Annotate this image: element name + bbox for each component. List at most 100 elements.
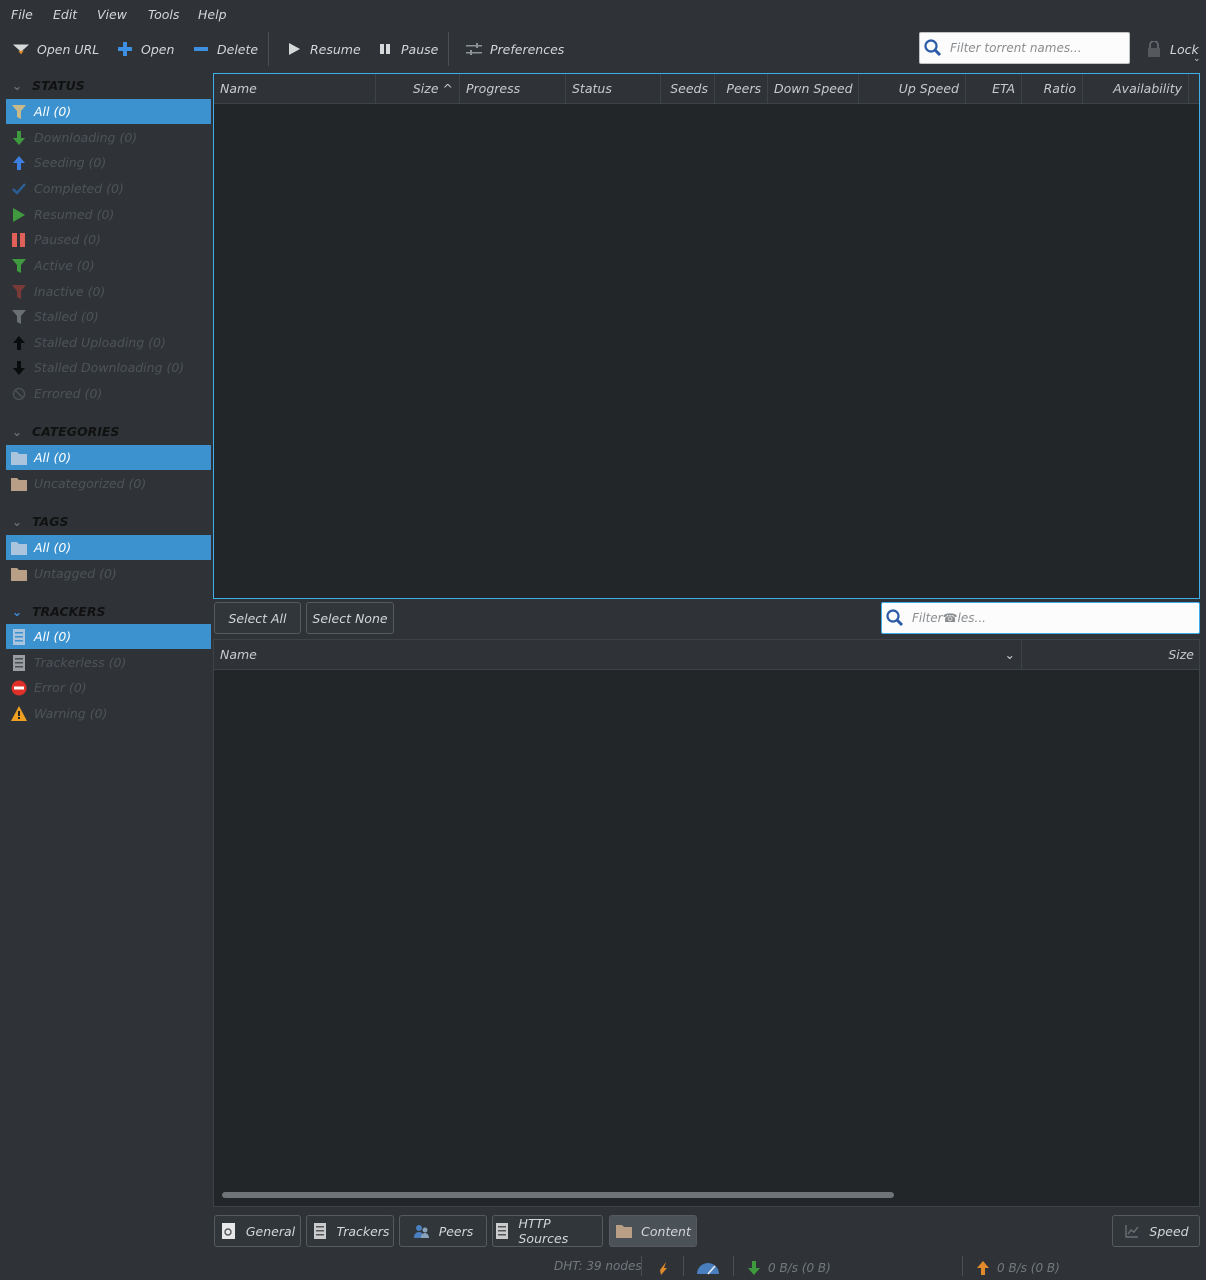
status-section-header[interactable]: ⌄ STATUS: [10, 74, 85, 96]
category-item-label: All (0): [34, 450, 72, 465]
status-item-all[interactable]: All (0): [6, 99, 211, 124]
tag-item-all[interactable]: All (0): [6, 535, 211, 560]
folder-icon: [10, 565, 27, 582]
tab-peers[interactable]: Peers: [399, 1215, 487, 1247]
search-icon: [924, 39, 942, 57]
tracker-item-warning[interactable]: Warning (0): [6, 701, 211, 726]
filter-icon: [10, 257, 27, 274]
category-item-all[interactable]: All (0): [6, 445, 211, 470]
column-ratio[interactable]: Ratio: [1022, 74, 1083, 104]
chevron-down-icon: ⌄: [11, 513, 23, 529]
tab-general[interactable]: General: [214, 1215, 301, 1247]
content-column-name[interactable]: Name ⌄: [214, 640, 1022, 670]
arrow-down-icon: [10, 129, 27, 146]
torrent-list[interactable]: Name Size ^ Progress Status Seeds Peers …: [213, 73, 1200, 599]
tag-item-untagged[interactable]: Untagged (0): [6, 561, 211, 586]
document-search-icon: [220, 1222, 238, 1240]
horizontal-scrollbar[interactable]: [222, 1192, 894, 1198]
folder-icon: [10, 475, 27, 492]
column-peers[interactable]: Peers: [715, 74, 768, 104]
content-column-size[interactable]: Size: [1022, 640, 1200, 670]
status-item-downloading[interactable]: Downloading (0): [6, 125, 211, 150]
resume-button[interactable]: Resume: [285, 38, 361, 60]
torrent-filter-input[interactable]: [950, 41, 1120, 55]
server-icon: [493, 1222, 511, 1240]
menu-help[interactable]: Help: [198, 7, 227, 22]
status-item-label: Stalled (0): [34, 309, 99, 324]
tag-item-label: All (0): [34, 540, 72, 555]
pause-button[interactable]: Pause: [376, 38, 438, 60]
preferences-button[interactable]: Preferences: [465, 38, 564, 60]
status-item-stalled[interactable]: Stalled (0): [6, 304, 211, 329]
status-item-resumed[interactable]: Resumed (0): [6, 202, 211, 227]
search-icon: [886, 609, 904, 627]
status-item-paused[interactable]: Paused (0): [6, 227, 211, 252]
speed-limit-toggle[interactable]: [696, 1259, 720, 1277]
tracker-item-label: Warning (0): [34, 706, 108, 721]
error-icon: [10, 679, 27, 696]
status-item-inactive[interactable]: Inactive (0): [6, 279, 211, 304]
column-progress[interactable]: Progress: [460, 74, 566, 104]
open-label: Open: [141, 41, 175, 57]
menu-edit[interactable]: Edit: [53, 7, 77, 22]
tracker-item-all[interactable]: All (0): [6, 624, 211, 649]
tab-http-sources[interactable]: HTTP Sources: [492, 1215, 603, 1247]
open-url-button[interactable]: Open URL: [12, 38, 99, 60]
trackers-section-title: TRACKERS: [32, 603, 106, 619]
column-down-speed[interactable]: Down Speed: [768, 74, 859, 104]
status-item-label: Stalled Uploading (0): [34, 335, 166, 350]
menu-tools[interactable]: Tools: [148, 7, 179, 22]
speed-button[interactable]: Speed: [1112, 1215, 1200, 1247]
speed-button-label: Speed: [1149, 1223, 1189, 1239]
tab-trackers[interactable]: Trackers: [306, 1215, 394, 1247]
column-status[interactable]: Status: [566, 74, 661, 104]
status-item-stalled-downloading[interactable]: Stalled Downloading (0): [6, 355, 211, 380]
column-name[interactable]: Name: [214, 74, 376, 104]
status-item-completed[interactable]: Completed (0): [6, 176, 211, 201]
column-size[interactable]: Size ^: [376, 74, 460, 104]
lock-button[interactable]: Lock: [1145, 38, 1199, 60]
delete-button[interactable]: Delete: [192, 38, 258, 60]
play-icon: [10, 206, 27, 223]
files-filter-field[interactable]: [881, 602, 1200, 634]
status-item-errored[interactable]: Errored (0): [6, 381, 211, 406]
select-none-button[interactable]: Select None: [306, 602, 394, 634]
chevron-down-icon: ⌄: [11, 423, 23, 439]
statusbar-separator: [733, 1256, 734, 1276]
select-all-button[interactable]: Select All: [214, 602, 301, 634]
status-item-seeding[interactable]: Seeding (0): [6, 150, 211, 175]
menu-bar: File Edit View Tools Help: [0, 0, 1206, 28]
play-icon: [285, 40, 303, 58]
status-item-active[interactable]: Active (0): [6, 253, 211, 278]
open-button[interactable]: Open: [116, 38, 174, 60]
connection-status[interactable]: [654, 1259, 672, 1277]
column-availability[interactable]: Availability: [1083, 74, 1189, 104]
files-filter-input[interactable]: [912, 611, 1082, 625]
lock-icon: [1145, 40, 1163, 58]
tracker-item-error[interactable]: Error (0): [6, 675, 211, 700]
arrow-up-icon: [10, 334, 27, 351]
tab-general-label: General: [245, 1223, 296, 1239]
tags-section-header[interactable]: ⌄ TAGS: [10, 510, 69, 532]
content-file-list[interactable]: Name ⌄ Size: [213, 639, 1200, 1207]
pause-icon: [376, 40, 394, 58]
column-size-label: Size: [412, 81, 439, 96]
chevron-down-icon: ⌄: [11, 77, 23, 93]
tab-content[interactable]: Content: [609, 1215, 697, 1247]
categories-section-header[interactable]: ⌄ CATEGORIES: [10, 420, 120, 442]
trackers-section-header[interactable]: ⌄ TRACKERS: [10, 600, 106, 622]
category-item-uncategorized[interactable]: Uncategorized (0): [6, 471, 211, 496]
arrow-down-icon: [745, 1259, 763, 1277]
menu-view[interactable]: View: [97, 7, 127, 22]
column-eta[interactable]: ETA: [966, 74, 1022, 104]
arrow-up-icon: [10, 154, 27, 171]
dht-status-label: DHT: 39 nodes: [554, 1259, 642, 1273]
torrent-filter-field[interactable]: [919, 32, 1130, 64]
tracker-item-trackerless[interactable]: Trackerless (0): [6, 650, 211, 675]
column-up-speed[interactable]: Up Speed: [859, 74, 966, 104]
no-entry-icon: [10, 385, 27, 402]
status-item-stalled-uploading[interactable]: Stalled Uploading (0): [6, 330, 211, 355]
column-seeds[interactable]: Seeds: [661, 74, 715, 104]
chevron-down-icon[interactable]: ⌄: [1193, 54, 1201, 64]
menu-file[interactable]: File: [11, 7, 33, 22]
